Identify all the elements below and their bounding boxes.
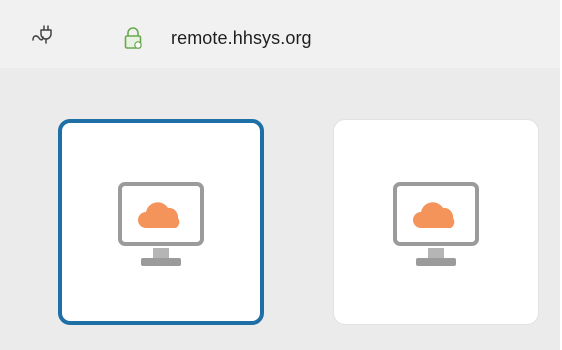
remote-pc-tile-1[interactable] [58,119,264,325]
lock-icon[interactable] [122,26,146,50]
cloud-pc-icon [393,182,479,266]
resource-panel [0,68,560,350]
remote-pc-tile-2[interactable] [333,119,539,325]
address-bar: remote.hhsys.org [0,0,562,68]
host-text[interactable]: remote.hhsys.org [171,26,312,50]
plug-icon[interactable] [30,24,54,48]
cloud-pc-icon [118,182,204,266]
